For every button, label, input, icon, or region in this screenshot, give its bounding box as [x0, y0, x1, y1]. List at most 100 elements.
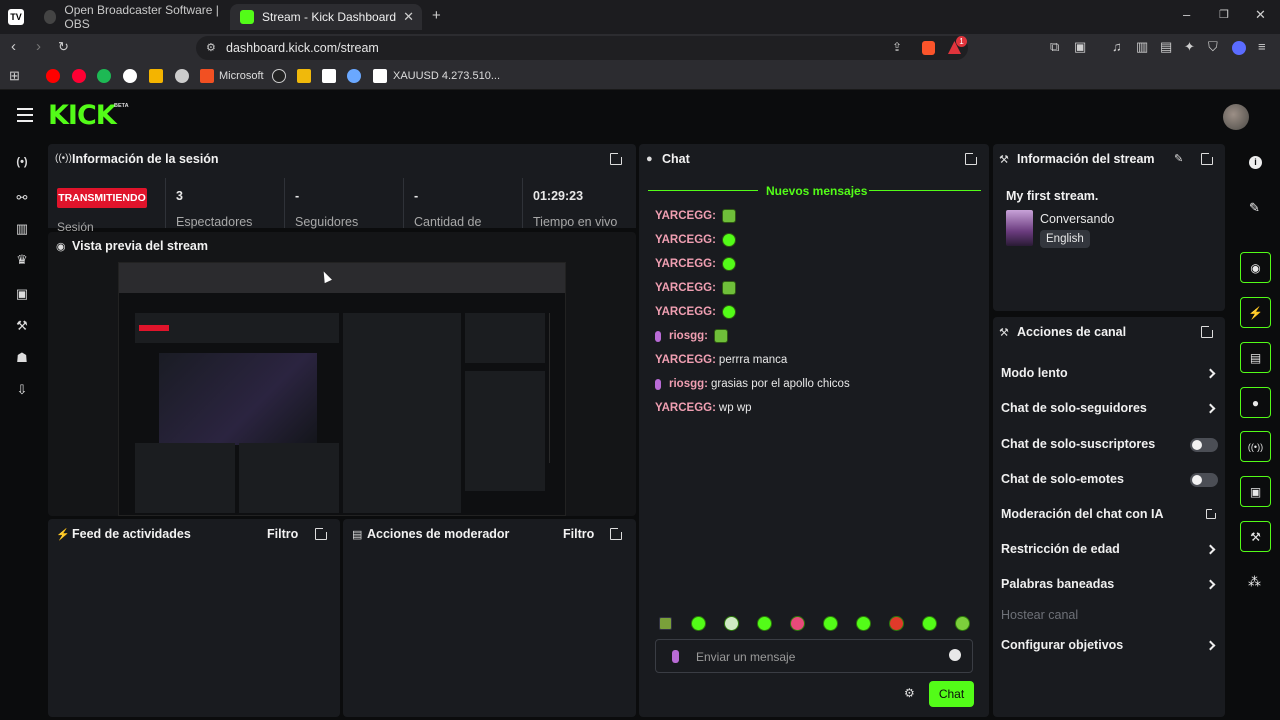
nav-link-icon[interactable]: ⚯ — [12, 190, 32, 210]
emote-icon[interactable] — [889, 616, 904, 631]
rail-channel-actions-button[interactable]: ⚒ — [1240, 521, 1271, 552]
chat-username[interactable]: YARCEGG: — [655, 354, 716, 366]
edit-pencil-icon[interactable]: ✎ — [1174, 152, 1183, 165]
emote-icon[interactable] — [659, 617, 672, 630]
bookmark-microsoft[interactable]: Microsoft — [200, 68, 264, 84]
bookmark-youtube-music[interactable] — [72, 68, 86, 84]
rail-mod-actions-button[interactable]: ▤ — [1240, 342, 1271, 373]
emote-icon[interactable] — [955, 616, 970, 631]
share-icon[interactable]: ⇪ — [892, 40, 902, 54]
expand-stream-info-icon[interactable] — [1201, 151, 1215, 165]
bookmark-drive[interactable] — [149, 68, 163, 84]
tab-kick-dashboard[interactable]: Stream - Kick Dashboard ✕ — [230, 4, 422, 30]
channel-action-item[interactable]: Chat de solo-emotes — [1001, 472, 1124, 486]
nav-trophy-icon[interactable]: ♛ — [12, 252, 32, 272]
bookmark-tradingview[interactable] — [322, 68, 336, 84]
microphone-icon[interactable] — [672, 650, 679, 663]
site-info-icon[interactable]: ⚙ — [206, 41, 216, 54]
close-tab-icon[interactable]: ✕ — [403, 9, 414, 25]
address-bar[interactable]: ⚙ dashboard.kick.com/stream ⇪ 1 — [196, 36, 968, 60]
bookmark-chatgpt[interactable] — [175, 68, 189, 84]
minimize-icon[interactable]: – — [1183, 8, 1190, 22]
nav-stream-icon[interactable]: (•) — [12, 156, 32, 176]
channel-action-item[interactable]: Hostear canal — [1001, 608, 1078, 622]
leo-ai-icon[interactable]: ✦ — [1184, 40, 1195, 54]
emote-icon[interactable] — [724, 616, 739, 631]
browser-logo-icon[interactable]: TV — [8, 9, 24, 25]
emoji-picker-icon[interactable] — [949, 649, 961, 661]
emote-icon[interactable] — [922, 616, 937, 631]
chat-username[interactable]: YARCEGG: — [655, 210, 716, 222]
extensions-icon[interactable]: ⧉ — [1050, 40, 1059, 54]
nav-settings-wrench-icon[interactable]: ⚒ — [12, 318, 32, 338]
rail-chat-button[interactable]: ● — [1240, 387, 1271, 418]
channel-action-item[interactable]: Palabras baneadas — [1001, 577, 1114, 591]
nav-community-icon[interactable]: ☗ — [12, 350, 32, 370]
chat-username[interactable]: YARCEGG: — [655, 402, 716, 414]
nav-analytics-icon[interactable]: ▥ — [12, 221, 32, 241]
rail-session-button[interactable]: ((•)) — [1240, 431, 1271, 462]
media-icon[interactable]: ♫ — [1112, 40, 1122, 54]
forward-icon[interactable]: › — [36, 39, 41, 54]
stream-preview-video[interactable] — [118, 262, 566, 516]
expand-chat-icon[interactable] — [965, 151, 979, 165]
kick-logo[interactable]: KICK — [48, 100, 117, 131]
menu-icon[interactable]: ≡ — [1258, 40, 1266, 54]
close-window-icon[interactable]: ✕ — [1255, 8, 1266, 22]
nav-videos-icon[interactable]: ▣ — [12, 286, 32, 306]
channel-action-item[interactable]: Configurar objetivos — [1001, 638, 1123, 652]
send-chat-button[interactable]: Chat — [929, 681, 974, 707]
bookmark-spotify[interactable] — [97, 68, 111, 84]
rail-preview-button[interactable]: ◉ — [1240, 252, 1271, 283]
brave-shield-icon[interactable] — [922, 41, 935, 55]
moderator-filter-button[interactable]: Filtro — [563, 527, 594, 541]
chat-message-input[interactable]: Enviar un mensaje — [655, 639, 973, 673]
sidebar-icon[interactable]: ▥ — [1136, 40, 1148, 54]
expand-channel-actions-icon[interactable] — [1201, 324, 1215, 338]
chat-username[interactable]: YARCEGG: — [655, 282, 716, 294]
expand-activity-icon[interactable] — [315, 526, 329, 540]
chat-username[interactable]: YARCEGG: — [655, 258, 716, 270]
emote-icon[interactable] — [790, 616, 805, 631]
wallet-icon[interactable]: ▤ — [1160, 40, 1172, 54]
chat-username[interactable]: YARCEGG: — [655, 234, 716, 246]
emote-icon[interactable] — [823, 616, 838, 631]
activity-filter-button[interactable]: Filtro — [267, 527, 298, 541]
reload-icon[interactable]: ↻ — [58, 40, 69, 54]
channel-action-item[interactable]: Chat de solo-seguidores — [1001, 401, 1147, 415]
expand-moderator-icon[interactable] — [610, 526, 624, 540]
bookmark-tiktok[interactable] — [272, 68, 286, 84]
new-tab-icon[interactable]: + — [432, 8, 441, 23]
back-icon[interactable]: ‹ — [11, 39, 16, 54]
profile-icon[interactable] — [1232, 41, 1246, 55]
channel-action-item[interactable]: Restricción de edad — [1001, 542, 1120, 556]
nav-upload-icon[interactable]: ⇩ — [12, 382, 32, 402]
emote-icon[interactable] — [856, 616, 871, 631]
expand-session-icon[interactable] — [610, 151, 624, 165]
category-name[interactable]: Conversando — [1040, 212, 1114, 226]
chat-username[interactable]: YARCEGG: — [655, 306, 716, 318]
apps-grid-icon[interactable]: ⊞ — [9, 69, 20, 83]
rail-activity-button[interactable]: ⚡ — [1240, 297, 1271, 328]
chat-username[interactable]: riosgg: — [669, 330, 708, 342]
bookmark-youtube[interactable] — [46, 68, 60, 84]
user-avatar[interactable] — [1223, 104, 1249, 130]
external-link-icon[interactable] — [1206, 507, 1218, 519]
channel-action-item[interactable]: Moderación del chat con IA — [1001, 507, 1164, 521]
translate-icon[interactable]: ▣ — [1074, 40, 1086, 54]
vpn-icon[interactable]: ⛉ — [1208, 40, 1218, 54]
maximize-icon[interactable]: ❐ — [1219, 8, 1229, 22]
toggle-switch[interactable] — [1190, 438, 1218, 452]
hamburger-menu-icon[interactable] — [17, 108, 33, 122]
channel-action-item[interactable]: Chat de solo-suscriptores — [1001, 437, 1155, 451]
bookmark-google[interactable] — [123, 68, 137, 84]
chat-settings-gear-icon[interactable]: ⚙ — [904, 686, 915, 700]
info-icon[interactable]: i — [1249, 156, 1262, 169]
chat-username[interactable]: riosgg: — [669, 378, 708, 390]
bookmark-star[interactable] — [347, 68, 361, 84]
channel-action-item[interactable]: Modo lento — [1001, 366, 1068, 380]
bookmark-binance[interactable] — [297, 68, 311, 84]
emote-icon[interactable] — [691, 616, 706, 631]
edit-layout-pencil-icon[interactable]: ✎ — [1249, 200, 1260, 216]
share-nodes-icon[interactable]: ⁂ — [1248, 574, 1261, 590]
